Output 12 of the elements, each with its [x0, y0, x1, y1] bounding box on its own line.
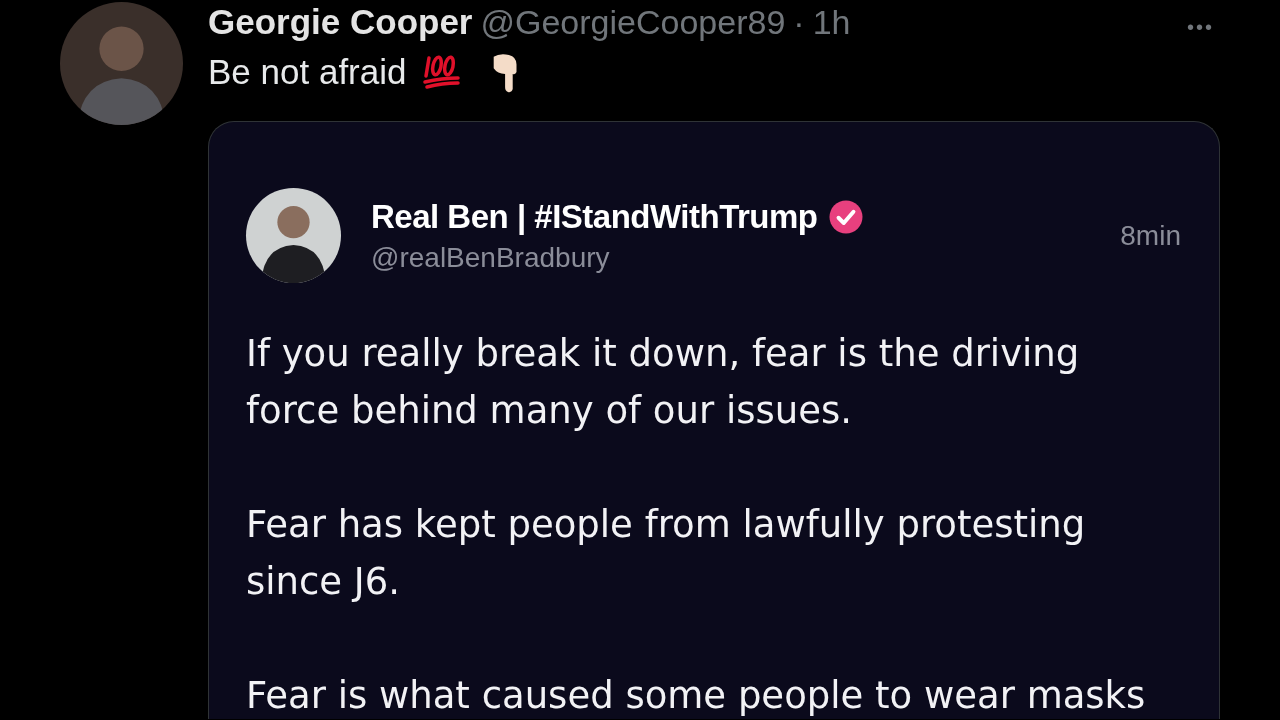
post-time: 8min	[1120, 219, 1181, 252]
author-name[interactable]: Real Ben | #IStandWithTrump	[371, 197, 818, 236]
post-paragraph: Fear is what caused some people to wear masks	[246, 673, 1147, 719]
post-paragraph: If you really break it down, fear is the driving force behind many of our issues.	[246, 331, 1081, 434]
separator: ·	[793, 3, 805, 42]
post-time[interactable]: 1h	[812, 3, 851, 42]
more-button[interactable]: •••	[1187, 16, 1214, 39]
post-text: Be not afraid	[208, 52, 407, 92]
author-handle[interactable]: @GeorgieCooper89	[480, 3, 786, 42]
author-name[interactable]: Georgie Cooper	[208, 2, 473, 42]
author-handle[interactable]: @realBenBradbury	[371, 241, 864, 274]
post-paragraph: Fear has kept people from lawfully protesting since J6.	[246, 502, 1087, 605]
